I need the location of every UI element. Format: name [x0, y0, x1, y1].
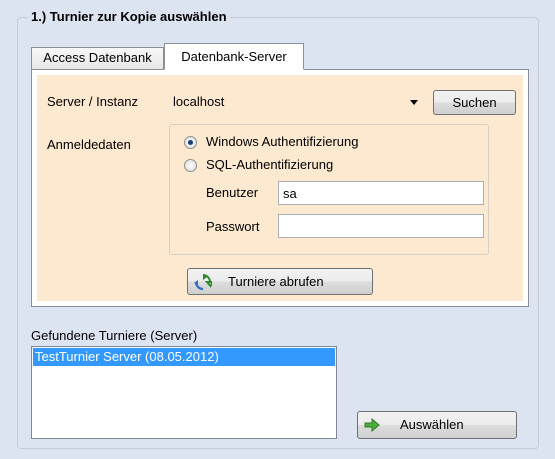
found-tournaments-label: Gefundene Turniere (Server)	[31, 328, 198, 343]
password-field[interactable]	[278, 214, 484, 238]
tab-panel-database-server: Server / Instanz localhost Suchen Anmeld…	[31, 69, 529, 307]
group-title: 1.) Turnier zur Kopie auswählen	[28, 9, 230, 24]
sql-auth-radio[interactable]	[184, 159, 197, 172]
server-label: Server / Instanz	[47, 94, 139, 109]
tab-database-server[interactable]: Datenbank-Server	[164, 43, 304, 70]
found-tournaments-list[interactable]: TestTurnier Server (08.05.2012)	[31, 346, 337, 439]
windows-auth-label[interactable]: Windows Authentifizierung	[206, 134, 358, 149]
user-field[interactable]: sa	[278, 181, 484, 205]
list-item[interactable]: TestTurnier Server (08.05.2012)	[33, 348, 335, 366]
arrow-right-icon	[364, 418, 380, 432]
search-button[interactable]: Suchen	[433, 90, 516, 115]
select-button-label: Auswählen	[400, 417, 464, 432]
server-combobox[interactable]: localhost	[170, 91, 422, 113]
user-value: sa	[283, 186, 297, 201]
select-button[interactable]: Auswählen	[357, 411, 517, 439]
server-value: localhost	[173, 94, 225, 109]
fetch-tournaments-label: Turniere abrufen	[228, 274, 324, 289]
chevron-down-icon[interactable]	[410, 100, 418, 105]
tab-content: Server / Instanz localhost Suchen Anmeld…	[37, 75, 523, 301]
password-label: Passwort	[206, 219, 260, 234]
user-label: Benutzer	[206, 185, 259, 200]
refresh-icon	[194, 274, 212, 291]
credentials-label: Anmeldedaten	[47, 137, 131, 152]
credentials-group: Windows Authentifizierung SQL-Authentifi…	[169, 124, 489, 255]
fetch-tournaments-button[interactable]: Turniere abrufen	[187, 268, 373, 295]
sql-auth-label[interactable]: SQL-Authentifizierung	[206, 157, 333, 172]
windows-auth-radio[interactable]	[184, 136, 197, 149]
tab-access-database[interactable]: Access Datenbank	[31, 47, 164, 69]
